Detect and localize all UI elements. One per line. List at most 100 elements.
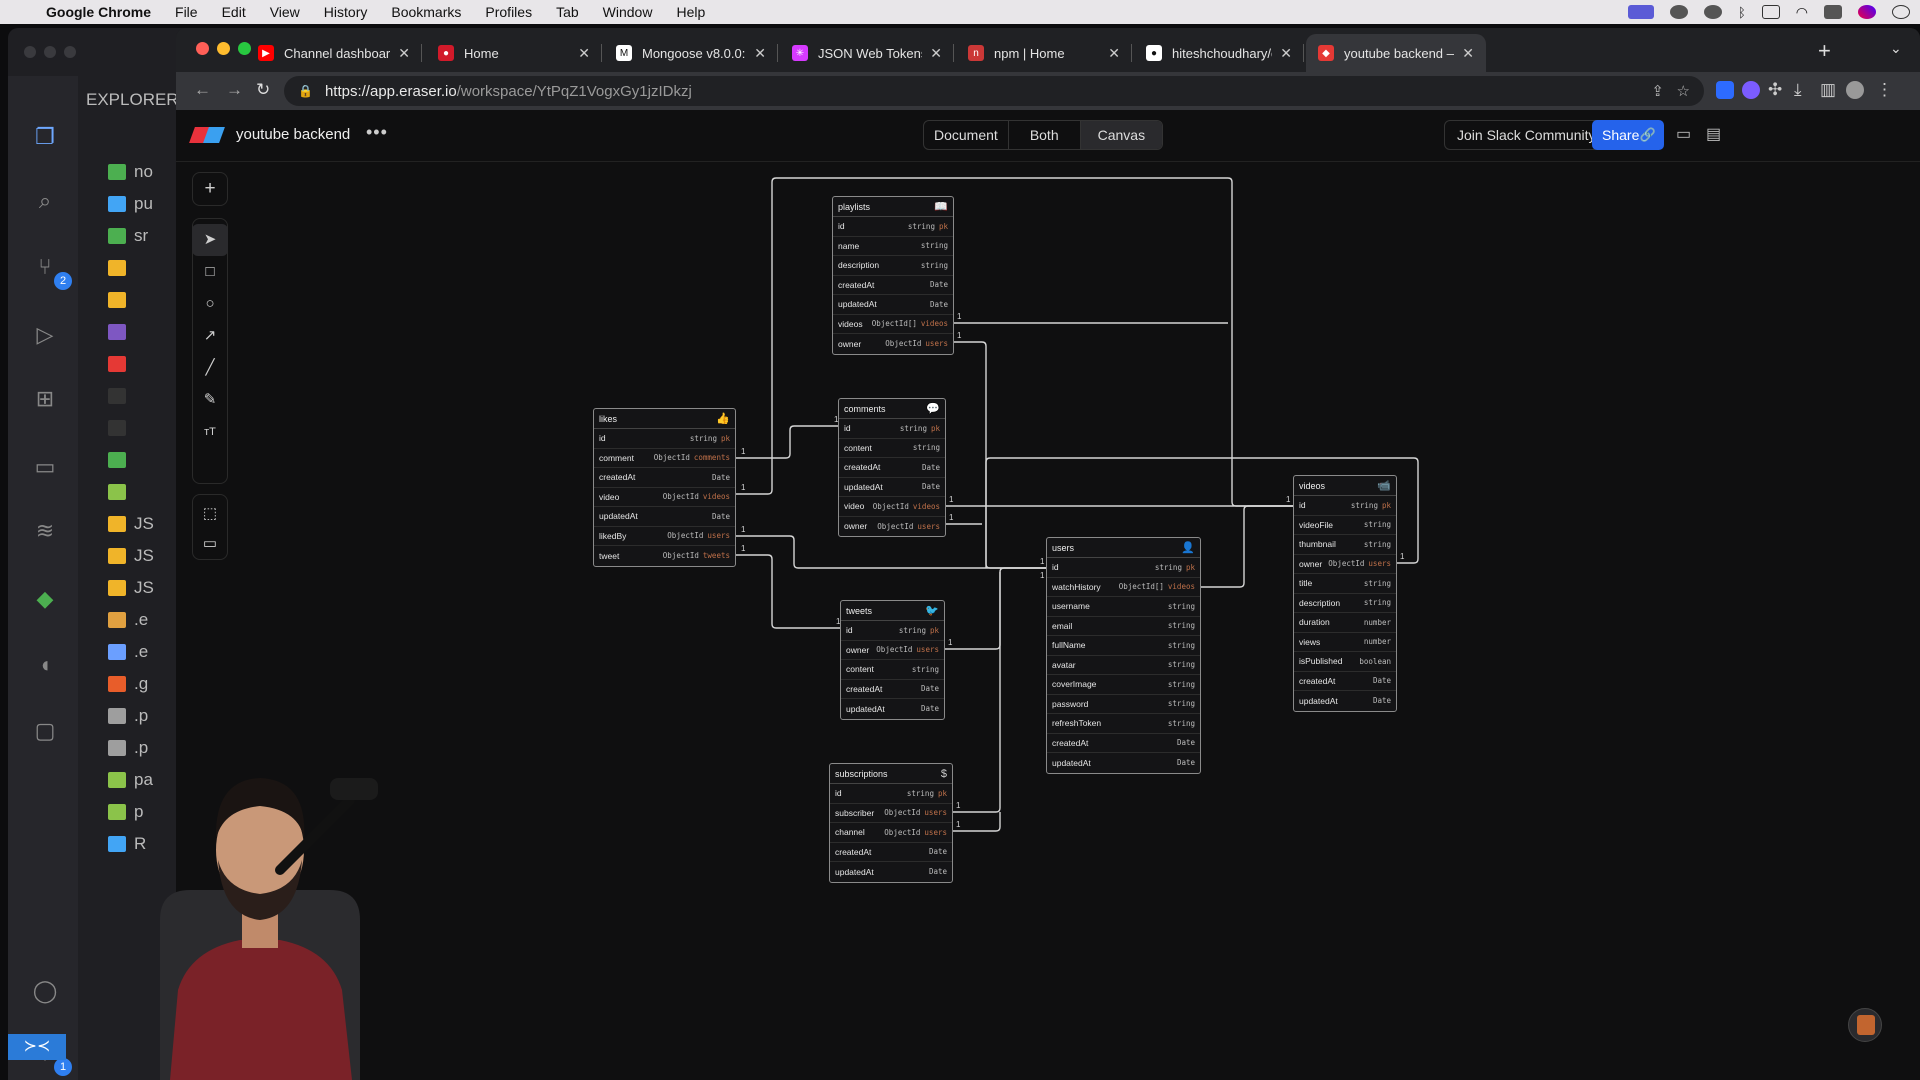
entity-field-row[interactable]: video ObjectId videos: [839, 497, 945, 517]
file-tree-item[interactable]: [108, 444, 154, 476]
minimize-dot[interactable]: [44, 46, 56, 58]
entity-field-row[interactable]: password string: [1047, 695, 1200, 714]
tab-close-icon[interactable]: ✕: [930, 45, 942, 62]
relationship-connector[interactable]: [945, 567, 1046, 650]
file-tree-item[interactable]: .g: [108, 668, 154, 700]
browser-tab[interactable]: ▶ Channel dashboard - YouT ✕: [246, 34, 422, 72]
entity-field-row[interactable]: video ObjectId videos: [594, 488, 735, 507]
entity-field-row[interactable]: id string pk: [594, 429, 735, 449]
menu-bookmarks[interactable]: Bookmarks: [379, 4, 473, 20]
document-more-icon[interactable]: •••: [366, 122, 388, 143]
entity-field-row[interactable]: createdAt Date: [830, 843, 952, 862]
entity-field-row[interactable]: thumbnail string: [1294, 535, 1396, 555]
entity-field-row[interactable]: id string pk: [1047, 558, 1200, 578]
puzzle-extensions-icon[interactable]: ✣: [1768, 80, 1782, 100]
chat-icon[interactable]: ▢: [30, 716, 60, 746]
entity-field-row[interactable]: tweet ObjectId tweets: [594, 546, 735, 566]
document-title[interactable]: youtube backend: [236, 126, 350, 143]
address-bar[interactable]: 🔒 https://app.eraser.io/workspace/YtPqZ1…: [284, 76, 1704, 106]
entity-field-row[interactable]: createdAt Date: [1294, 672, 1396, 691]
browser-tab[interactable]: M Mongoose v8.0.0: Middlew ✕: [604, 34, 778, 72]
file-tree-item[interactable]: sr: [108, 220, 154, 252]
relationship-connector[interactable]: [736, 554, 840, 629]
menu-help[interactable]: Help: [664, 4, 717, 20]
entity-field-row[interactable]: id string pk: [833, 217, 953, 237]
menu-window[interactable]: Window: [591, 4, 665, 20]
entity-field-row[interactable]: likedBy ObjectId users: [594, 527, 735, 546]
forward-arrow-icon[interactable]: →: [226, 80, 243, 100]
tab-close-icon[interactable]: ✕: [398, 45, 410, 62]
outline-panel-icon[interactable]: ▤: [1706, 124, 1721, 144]
relationship-connector[interactable]: [736, 535, 1046, 569]
entity-field-row[interactable]: watchHistory ObjectId[] videos: [1047, 578, 1200, 597]
mongodb-icon[interactable]: ◆: [30, 584, 60, 614]
file-tree-item[interactable]: .e: [108, 636, 154, 668]
entity-field-row[interactable]: isPublished boolean: [1294, 652, 1396, 672]
file-tree-item[interactable]: pu: [108, 188, 154, 220]
select-cursor-icon[interactable]: ➤: [192, 224, 228, 256]
entity-field-row[interactable]: createdAt Date: [839, 458, 945, 478]
entity-field-row[interactable]: comment ObjectId comments: [594, 449, 735, 468]
entity-table-subscriptions[interactable]: subscriptions $ id string pk subscriber Object…: [829, 763, 953, 883]
menu-file[interactable]: File: [163, 4, 210, 20]
file-tree-item[interactable]: [108, 316, 154, 348]
browser-tab[interactable]: n npm | Home ✕: [956, 34, 1132, 72]
entity-field-row[interactable]: coverImage string: [1047, 675, 1200, 695]
entity-table-likes[interactable]: likes 👍 id string pk comment ObjectId comments c…: [593, 408, 736, 567]
file-tree-item[interactable]: [108, 252, 154, 284]
menu-view[interactable]: View: [258, 4, 312, 20]
relationship-connector[interactable]: [953, 572, 1001, 813]
entity-field-row[interactable]: id string pk: [830, 784, 952, 804]
entity-field-row[interactable]: updatedAt Date: [833, 295, 953, 315]
profile-avatar[interactable]: [1846, 81, 1864, 99]
search-icon[interactable]: ⌕: [30, 186, 60, 216]
bluetooth-icon[interactable]: ᛒ: [1738, 5, 1746, 20]
file-tree-item[interactable]: [108, 284, 154, 316]
entity-field-row[interactable]: description string: [1294, 594, 1396, 613]
entity-field-row[interactable]: videos ObjectId[] videos: [833, 315, 953, 334]
menu-history[interactable]: History: [312, 4, 380, 20]
relationship-connector[interactable]: [954, 341, 1046, 569]
add-plus-icon[interactable]: +: [192, 173, 228, 205]
lock-icon[interactable]: 🔒: [298, 84, 313, 98]
menu-profiles[interactable]: Profiles: [473, 4, 544, 20]
zoom-dot[interactable]: [64, 46, 76, 58]
share-page-icon[interactable]: ⇪: [1651, 82, 1664, 100]
run-debug-icon[interactable]: ▷: [30, 320, 60, 350]
entity-field-row[interactable]: createdAt Date: [841, 680, 944, 699]
frame-tool-icon[interactable]: ⬚: [192, 498, 228, 530]
entity-table-playlists[interactable]: playlists 📖 id string pk name string descriptio…: [832, 196, 954, 355]
file-tree-item[interactable]: [108, 380, 154, 412]
pen-tool-icon[interactable]: ✎: [192, 384, 228, 416]
file-tree-item[interactable]: .p: [108, 700, 154, 732]
entity-field-row[interactable]: updatedAt Date: [839, 478, 945, 497]
minimize-window-button[interactable]: [217, 42, 230, 55]
file-tree-item[interactable]: JS: [108, 508, 154, 540]
kebab-menu-icon[interactable]: ⋮: [1876, 80, 1893, 100]
entity-field-row[interactable]: fullName string: [1047, 636, 1200, 656]
eraser-logo[interactable]: [189, 127, 225, 143]
entity-field-row[interactable]: createdAt Date: [1047, 734, 1200, 753]
accounts-icon[interactable]: ◯: [30, 976, 60, 1006]
entity-field-row[interactable]: updatedAt Date: [594, 507, 735, 527]
file-tree-item[interactable]: .e: [108, 604, 154, 636]
siri-icon[interactable]: [1858, 5, 1876, 19]
close-window-button[interactable]: [196, 42, 209, 55]
entity-field-row[interactable]: views number: [1294, 633, 1396, 652]
entity-field-row[interactable]: title string: [1294, 574, 1396, 594]
sync-icon[interactable]: [1703, 5, 1722, 19]
browser-tab[interactable]: ✳ JSON Web Tokens - jwt.io ✕: [780, 34, 954, 72]
download-icon[interactable]: ⤓: [1794, 80, 1802, 100]
entity-field-row[interactable]: id string pk: [839, 419, 945, 439]
remote-explorer-icon[interactable]: ▭: [30, 452, 60, 482]
entity-table-users[interactable]: users 👤 id string pk watchHistory ObjectId[] vi…: [1046, 537, 1201, 774]
view-tab-both[interactable]: Both: [1009, 121, 1081, 149]
help-widget-icon[interactable]: [1848, 1008, 1882, 1042]
join-slack-button[interactable]: Join Slack Community: [1444, 120, 1609, 150]
line-tool-icon[interactable]: ╱: [192, 352, 228, 384]
entity-field-row[interactable]: channel ObjectId users: [830, 823, 952, 843]
entity-field-row[interactable]: username string: [1047, 597, 1200, 617]
browser-tab[interactable]: ● hiteshchoudhary/chai-bac ✕: [1134, 34, 1304, 72]
share-button[interactable]: Share 🔗: [1592, 120, 1664, 150]
tab-close-icon[interactable]: ✕: [578, 45, 590, 62]
